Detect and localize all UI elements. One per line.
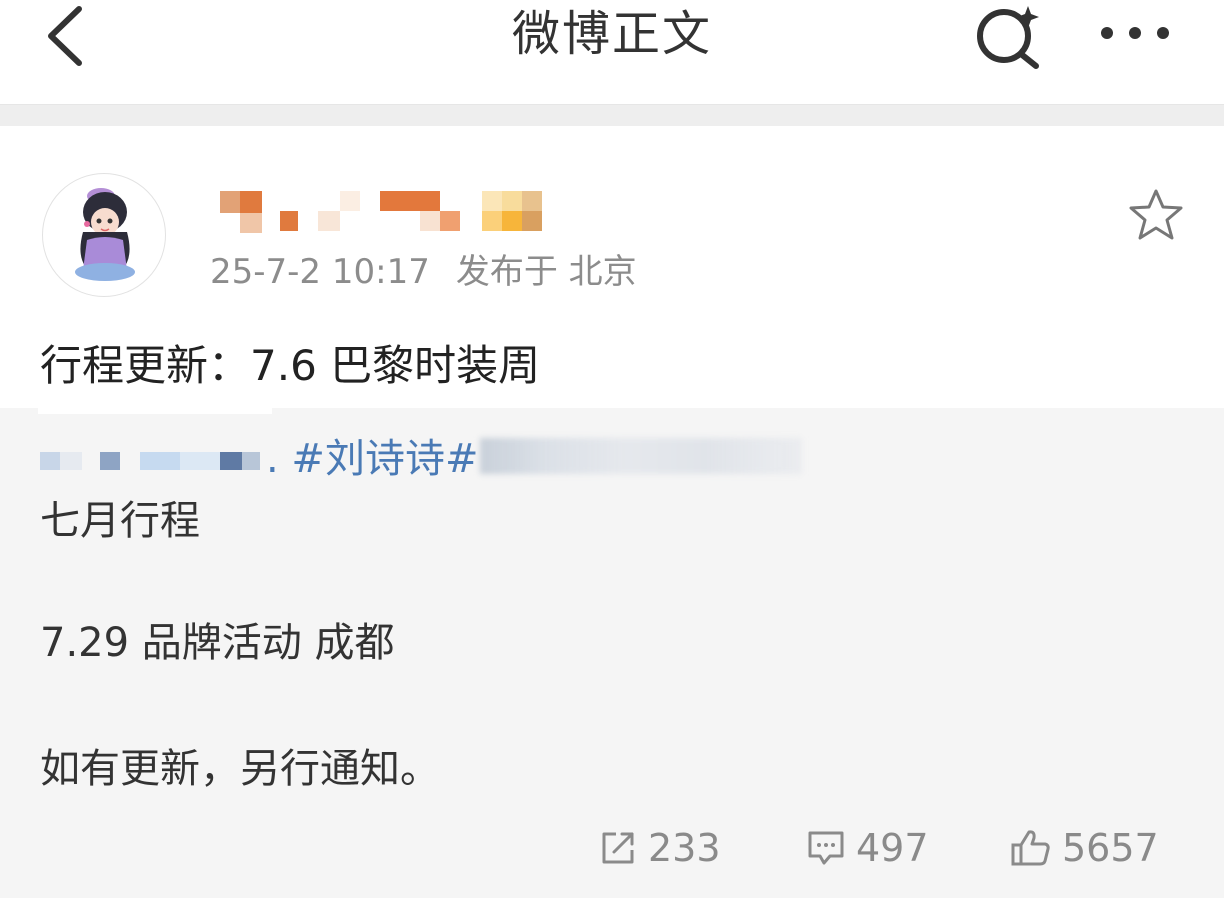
username-redacted[interactable] xyxy=(220,191,542,233)
redacted-blur xyxy=(480,438,802,474)
like-count: 5657 xyxy=(1062,826,1159,870)
thumbs-up-icon xyxy=(1011,830,1050,866)
body-line-2: 7.29 品牌活动 成都 xyxy=(40,620,395,666)
post-action-bar: 233 497 5657 xyxy=(0,820,1224,880)
search-sparkle-icon xyxy=(977,6,1039,69)
post-location: 发布于 北京 xyxy=(455,252,637,292)
like-button[interactable]: 5657 xyxy=(1010,820,1159,876)
avatar[interactable] xyxy=(42,173,166,297)
repost-count: 233 xyxy=(648,826,721,870)
more-dots-icon xyxy=(1101,27,1169,39)
topic-hashtag-link[interactable]: . #刘诗诗# xyxy=(266,432,478,486)
avatar-illustration xyxy=(75,188,135,281)
body-line-1: 七月行程 xyxy=(40,498,200,544)
comment-button[interactable]: 497 xyxy=(806,820,929,876)
top-nav-bar: 微博正文 xyxy=(0,0,1224,104)
section-divider xyxy=(0,104,1224,126)
more-button[interactable] xyxy=(1090,8,1180,58)
comment-count: 497 xyxy=(856,826,929,870)
repost-icon xyxy=(602,832,634,864)
comment-icon xyxy=(808,831,844,865)
favorite-button[interactable] xyxy=(1126,188,1186,242)
post-topic-line: . #刘诗诗# xyxy=(40,432,802,486)
body-edge xyxy=(38,408,272,414)
body-line-3: 如有更新，另行通知。 xyxy=(40,746,440,792)
repost-button[interactable]: 233 xyxy=(598,820,721,876)
post-meta: 25-7-2 10:17 发布于 北京 xyxy=(210,250,637,294)
post-headline: 行程更新：7.6 巴黎时装周 xyxy=(40,341,541,390)
mention-redacted[interactable] xyxy=(40,432,270,482)
search-button[interactable] xyxy=(966,0,1050,72)
star-outline-icon xyxy=(1129,189,1183,240)
post-timestamp: 25-7-2 10:17 xyxy=(210,252,430,292)
